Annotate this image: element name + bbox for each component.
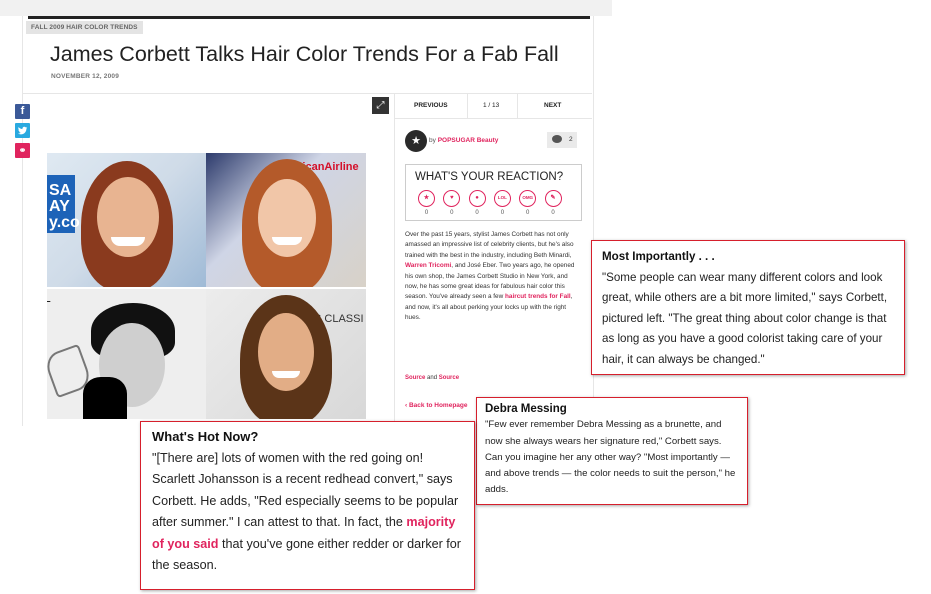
face (258, 179, 316, 257)
callout-most-importantly: Most Importantly . . . "Some people can … (591, 240, 905, 375)
smile (272, 371, 300, 378)
source-link[interactable]: Source (439, 375, 459, 381)
link-share-icon[interactable]: ⚭ (15, 143, 30, 158)
photo-debra-messing[interactable]: SA AY y.com (47, 153, 206, 287)
smile (272, 237, 302, 245)
article-title: James Corbett Talks Hair Color Trends Fo… (50, 42, 559, 66)
callout-title: Debra Messing (485, 403, 567, 415)
thumb-reaction-icon[interactable]: ✎ (544, 190, 562, 207)
category-tag[interactable]: FALL 2009 HAIR COLOR TRENDS (26, 21, 143, 34)
callout-text: "Some people can wear many different col… (602, 270, 888, 366)
haircut-trends-link[interactable]: haircut trends for Fall (505, 293, 571, 300)
reaction-count: 0 (475, 210, 479, 216)
face (258, 313, 314, 391)
callout-debra-messing: Debra Messing "Few ever remember Debra M… (476, 397, 748, 505)
article-date: NOVEMBER 12, 2009 (51, 73, 120, 80)
callout-title: Most Importantly . . . (602, 250, 715, 263)
pager-divider (517, 94, 518, 118)
shirt (83, 377, 127, 419)
reaction-count: 0 (424, 210, 429, 216)
source-link[interactable]: Source (405, 375, 425, 381)
comment-icon (552, 135, 562, 143)
facebook-share-icon[interactable]: f (15, 104, 30, 119)
reaction-count: 0 (551, 210, 555, 216)
reaction-count: 0 (526, 210, 530, 216)
photo-rachel-bilson[interactable]: S CLASSI (206, 289, 366, 419)
author-link[interactable]: POPSUGAR Beauty (438, 137, 499, 144)
author-avatar[interactable]: ★ (405, 130, 427, 152)
expand-icon[interactable]: ⤢ (372, 97, 389, 114)
callout-text: "Few ever remember Debra Messing as a br… (485, 419, 736, 496)
source-and: and (427, 375, 438, 381)
article-body: Over the past 15 years, stylist James Co… (405, 230, 581, 324)
comment-count: 2 (569, 136, 573, 143)
photo-amy-adams[interactable]: ericanAirline TA/LA (206, 153, 366, 287)
photo-james-corbett[interactable]: L (47, 289, 206, 419)
previous-button[interactable]: PREVIOUS (414, 102, 448, 109)
top-shade (0, 0, 612, 16)
warren-tricomi-link[interactable]: Warren Tricomi (405, 262, 451, 269)
smile (111, 237, 145, 246)
callout-whats-hot-now: What's Hot Now? "[There are] lots of wom… (140, 421, 475, 590)
reaction-count: 0 (500, 210, 505, 216)
slideshow-pager: PREVIOUS 1 / 13 NEXT (394, 94, 592, 119)
byline-prefix: by (429, 137, 436, 144)
pager-position: 1 / 13 (483, 102, 500, 109)
byline: by POPSUGAR Beauty (429, 137, 498, 144)
body-text: Over the past 15 years, stylist James Co… (405, 231, 574, 259)
circle-reaction-icon[interactable]: ● (468, 190, 486, 207)
star-reaction-icon[interactable]: ★ (418, 190, 435, 207)
reaction-count: 0 (450, 210, 454, 216)
lol-reaction-icon[interactable]: LOL (493, 190, 511, 207)
twitter-share-icon[interactable] (15, 123, 30, 138)
pager-divider (467, 94, 468, 118)
callout-title: What's Hot Now? (152, 429, 259, 444)
callout-text: "[There are] lots of women with the red … (152, 448, 463, 577)
comment-count-button[interactable]: 2 (547, 132, 577, 148)
reaction-title: WHAT'S YOUR REACTION? (415, 171, 564, 183)
source-line: Source and Source (405, 375, 459, 381)
backdrop-sign-text: L (47, 289, 51, 305)
next-button[interactable]: NEXT (544, 102, 561, 109)
back-to-homepage-link[interactable]: ‹ Back to Homepage (405, 402, 468, 409)
article-top-rule (28, 16, 590, 19)
